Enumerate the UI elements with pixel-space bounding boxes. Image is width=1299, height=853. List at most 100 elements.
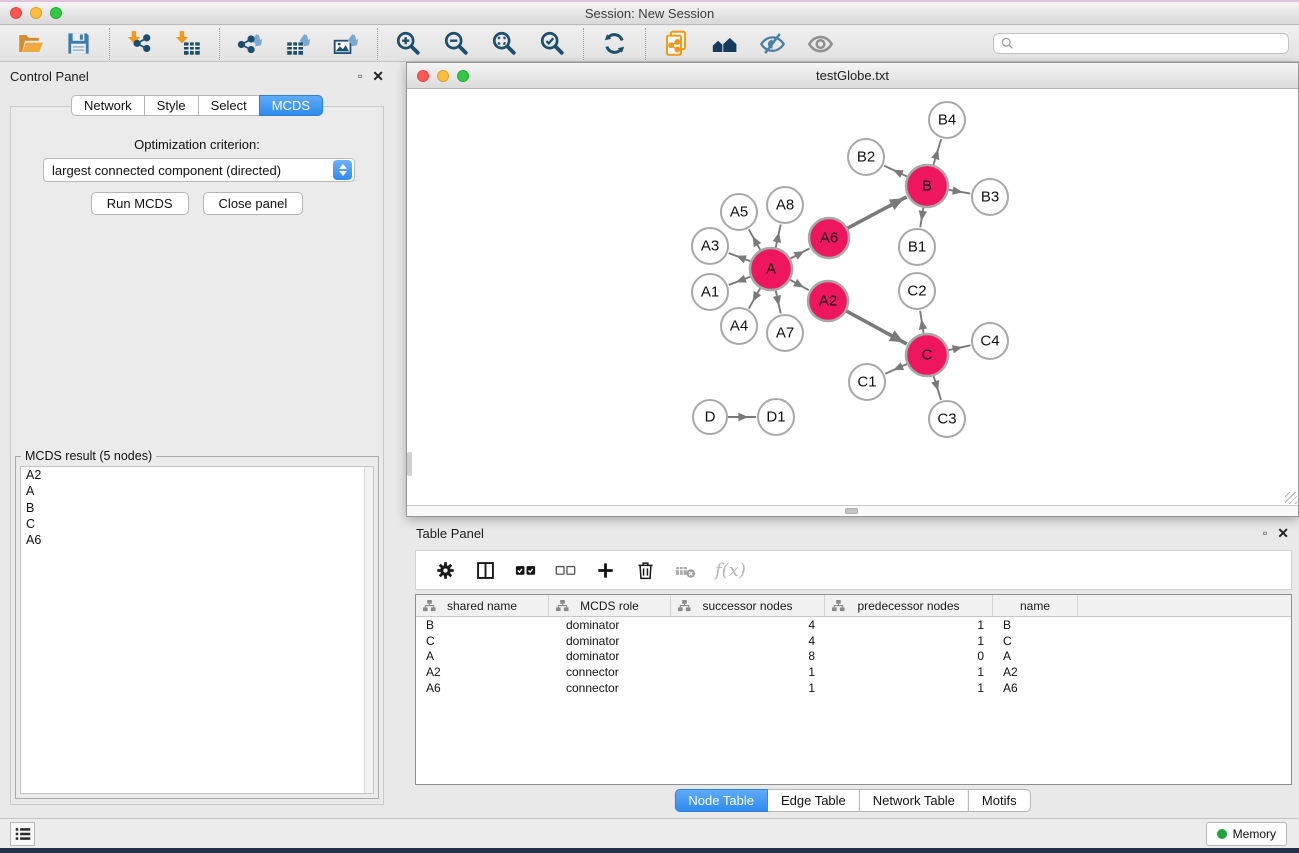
node-D1[interactable]: D1: [758, 399, 794, 435]
edge-A-A4[interactable]: [749, 288, 761, 308]
column-header-name[interactable]: name: [993, 595, 1078, 616]
import-table-icon[interactable]: [175, 30, 202, 57]
task-history-button[interactable]: [10, 822, 35, 846]
edge-A-A5[interactable]: [749, 229, 761, 249]
open-folder-icon[interactable]: [17, 30, 44, 57]
vertical-scrollbar-thumb[interactable]: [407, 452, 412, 476]
plus-icon[interactable]: [595, 560, 616, 581]
edge-C-C3[interactable]: [931, 376, 941, 400]
node-A7[interactable]: A7: [767, 315, 803, 351]
node-A8[interactable]: A8: [767, 187, 803, 223]
close-panel-icon[interactable]: ✕: [372, 69, 384, 83]
tab-network[interactable]: Network: [71, 95, 145, 116]
table-row[interactable]: Bdominator41B: [416, 617, 1291, 633]
node-B[interactable]: B: [906, 165, 948, 207]
mcds-result-item[interactable]: A2: [21, 467, 373, 483]
memory-button[interactable]: Memory: [1206, 822, 1287, 846]
edge-A-A8[interactable]: [773, 225, 781, 248]
zoom-fit-icon[interactable]: [491, 30, 518, 57]
edge-B-B2[interactable]: [884, 166, 907, 178]
node-A[interactable]: A: [750, 248, 792, 290]
edge-B-B1[interactable]: [919, 208, 927, 228]
zoom-in-icon[interactable]: [395, 30, 422, 57]
node-C4[interactable]: C4: [972, 323, 1008, 359]
edge-A-A7[interactable]: [773, 290, 781, 313]
export-network-icon[interactable]: [237, 30, 264, 57]
node-D[interactable]: D: [693, 400, 727, 434]
edge-B-B3[interactable]: [949, 186, 971, 194]
node-B4[interactable]: B4: [929, 102, 965, 138]
new-network-selection-icon[interactable]: [663, 30, 690, 57]
node-A5[interactable]: A5: [721, 194, 757, 230]
mcds-result-item[interactable]: A6: [21, 532, 373, 548]
close-table-panel-icon[interactable]: ✕: [1277, 526, 1289, 540]
edge-A-A1[interactable]: [729, 275, 751, 285]
gear-icon[interactable]: [435, 560, 456, 581]
eye-icon[interactable]: [807, 30, 834, 57]
edge-A6-B[interactable]: [848, 197, 907, 228]
column-header-successor-nodes[interactable]: successor nodes: [671, 595, 825, 616]
save-icon[interactable]: [65, 30, 92, 57]
edge-A-A2[interactable]: [790, 279, 809, 290]
edge-A-A3[interactable]: [729, 253, 751, 263]
node-B3[interactable]: B3: [972, 179, 1008, 215]
eye-slash-icon[interactable]: [759, 30, 786, 57]
list-scrollbar[interactable]: [364, 467, 373, 793]
window-resize-grip[interactable]: [1285, 492, 1297, 504]
tab-motifs[interactable]: Motifs: [968, 789, 1031, 812]
tab-edge-table[interactable]: Edge Table: [767, 789, 860, 812]
mcds-result-item[interactable]: B: [21, 500, 373, 516]
table-row[interactable]: A6connector11A6: [416, 680, 1291, 696]
float-panel-icon[interactable]: ▫: [358, 70, 362, 82]
edge-C-C4[interactable]: [948, 345, 970, 353]
export-table-icon[interactable]: [285, 30, 312, 57]
column-header-MCDS-role[interactable]: MCDS role: [549, 595, 671, 616]
zoom-out-icon[interactable]: [443, 30, 470, 57]
node-A4[interactable]: A4: [721, 308, 757, 344]
node-B1[interactable]: B1: [899, 229, 935, 265]
node-A1[interactable]: A1: [692, 274, 728, 310]
edge-D-D1[interactable]: [728, 413, 756, 422]
edge-B-B4[interactable]: [931, 139, 941, 165]
edge-A-A6[interactable]: [790, 248, 809, 259]
run-mcds-button[interactable]: Run MCDS: [91, 192, 189, 215]
edge-C-C1[interactable]: [885, 362, 907, 374]
mcds-result-list[interactable]: A2ABCA6: [20, 466, 374, 794]
export-image-icon[interactable]: [333, 30, 360, 57]
horizontal-scrollbar-thumb[interactable]: [845, 508, 858, 514]
node-B2[interactable]: B2: [848, 139, 884, 175]
tab-mcds[interactable]: MCDS: [259, 95, 323, 116]
tab-select[interactable]: Select: [198, 95, 260, 116]
houses-icon[interactable]: [711, 30, 738, 57]
zoom-selected-icon[interactable]: [539, 30, 566, 57]
table-row[interactable]: Cdominator41C: [416, 633, 1291, 649]
split-columns-icon[interactable]: [475, 560, 496, 581]
mcds-result-item[interactable]: A: [21, 483, 373, 499]
refresh-icon[interactable]: [601, 30, 628, 57]
float-table-panel-icon[interactable]: ▫: [1263, 527, 1267, 539]
mcds-result-item[interactable]: C: [21, 516, 373, 532]
node-A6[interactable]: A6: [809, 218, 849, 258]
node-C1[interactable]: C1: [849, 364, 885, 400]
tab-style[interactable]: Style: [144, 95, 199, 116]
node-C3[interactable]: C3: [929, 401, 965, 437]
network-canvas[interactable]: B4 B2 B B3 A8 A5 A6 A3 B1 A A1 C2 A2 A4 A7 C4 C C1 C3 D D1: [407, 89, 1298, 505]
node-C2[interactable]: C2: [899, 273, 935, 309]
node-C[interactable]: C: [906, 334, 948, 376]
tab-node-table[interactable]: Node Table: [674, 789, 768, 812]
check-pair-icon[interactable]: [515, 560, 536, 581]
column-header-shared-name[interactable]: shared name: [416, 595, 549, 616]
close-panel-button[interactable]: Close panel: [203, 192, 304, 215]
import-network-icon[interactable]: [127, 30, 154, 57]
edge-C-C2[interactable]: [919, 311, 927, 334]
tab-network-table[interactable]: Network Table: [859, 789, 969, 812]
optimization-criterion-select[interactable]: largest connected component (directed): [43, 158, 355, 182]
column-header-predecessor-nodes[interactable]: predecessor nodes: [825, 595, 993, 616]
node-A3[interactable]: A3: [692, 228, 728, 264]
table-row[interactable]: A2connector11A2: [416, 664, 1291, 680]
uncheck-pair-icon[interactable]: [555, 560, 576, 581]
trash-icon[interactable]: [635, 560, 656, 581]
table-row[interactable]: Adominator80A: [416, 649, 1291, 665]
search-input[interactable]: [993, 33, 1289, 54]
node-A2[interactable]: A2: [808, 281, 848, 321]
